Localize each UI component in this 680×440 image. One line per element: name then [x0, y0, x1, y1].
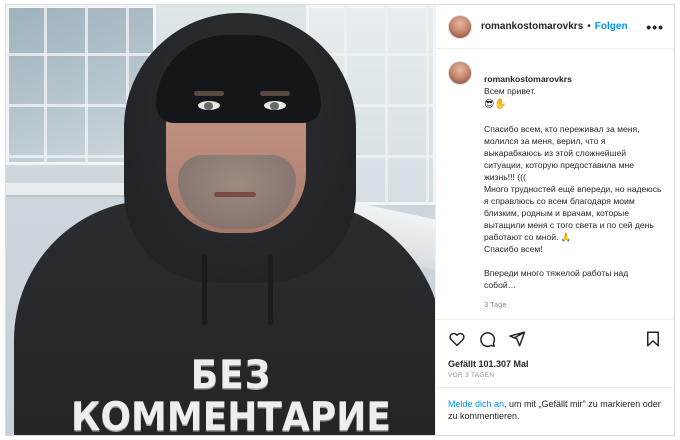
- drawcord: [202, 255, 207, 325]
- comment-icon[interactable]: [476, 328, 498, 350]
- follow-button[interactable]: Folgen: [595, 21, 628, 32]
- eyebrow: [194, 91, 224, 96]
- login-link[interactable]: Melde dich an: [448, 399, 504, 409]
- eye: [198, 101, 220, 110]
- bookmark-icon[interactable]: [642, 328, 664, 350]
- eye: [264, 101, 286, 110]
- caption-emoji: 😎✋: [484, 99, 507, 110]
- separator-dot: •: [587, 21, 591, 32]
- more-options-icon[interactable]: •••: [646, 19, 664, 35]
- action-bar: [436, 319, 674, 357]
- caption-author-avatar[interactable]: [448, 61, 472, 85]
- share-icon[interactable]: [506, 328, 528, 350]
- caption-area: romankostomarovkrs Всем привет. 😎✋ Спаси…: [436, 49, 674, 319]
- caption-greeting: Всем привет.: [484, 86, 536, 96]
- drawcord: [268, 255, 273, 325]
- mouth: [214, 192, 256, 197]
- caption-text: romankostomarovkrs Всем привет. 😎✋ Спаси…: [484, 61, 662, 311]
- instagram-post-embed: БЕЗ КОММЕНТАРИЕ romankostomarovkrs • Fol…: [5, 4, 675, 436]
- eyebrow: [260, 91, 290, 96]
- like-count[interactable]: Gefällt 101.307 Mal: [436, 357, 674, 369]
- author-username[interactable]: romankostomarovkrs: [481, 21, 583, 32]
- post-panel: romankostomarovkrs • Folgen ••• romankos…: [435, 5, 674, 435]
- caption-time-ago: 3 Tage: [484, 300, 507, 309]
- login-prompt: Melde dich an, um mit „Gefällt mir" zu m…: [436, 387, 674, 435]
- caption-row: romankostomarovkrs Всем привет. 😎✋ Спаси…: [448, 61, 662, 311]
- post-photo[interactable]: БЕЗ КОММЕНТАРИЕ: [6, 5, 435, 435]
- shirt-print-line-2: КОММЕНТАРИЕ: [71, 394, 391, 435]
- caption-paragraph-1: Спасибо всем, кто переживал за меня, мол…: [484, 124, 662, 254]
- post-header: romankostomarovkrs • Folgen •••: [436, 5, 674, 49]
- author-avatar[interactable]: [448, 14, 472, 39]
- caption-paragraph-2: Впереди много тяжелой работы над собой…: [484, 268, 629, 290]
- heart-icon[interactable]: [446, 328, 468, 350]
- caption-username[interactable]: romankostomarovkrs: [484, 74, 572, 84]
- post-date: VOR 3 TAGEN: [448, 372, 495, 379]
- shirt-print-line-1: БЕЗ: [190, 352, 272, 399]
